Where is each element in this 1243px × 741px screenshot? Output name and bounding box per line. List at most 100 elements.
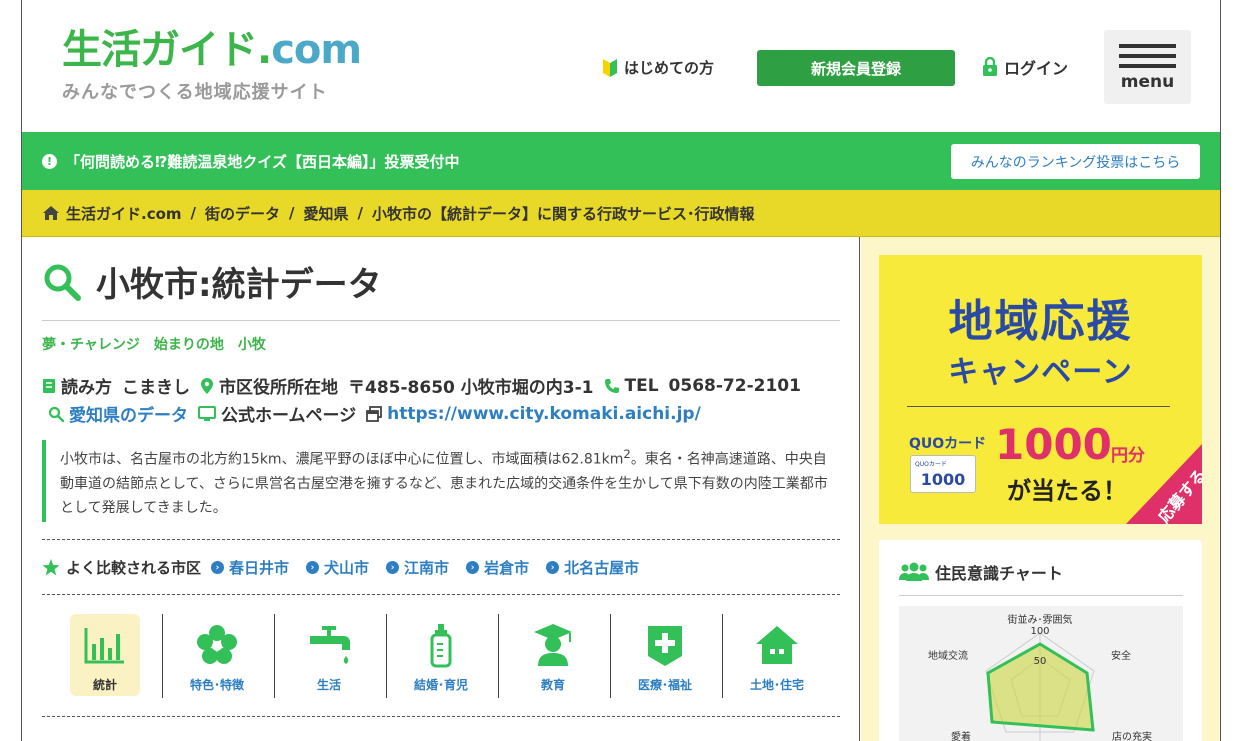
divider: [42, 594, 840, 595]
window-icon: [366, 405, 383, 422]
site-header: 生活ガイド.com みんなでつくる地域応援サイト はじめての方 新規会員登録 ロ…: [22, 0, 1220, 132]
quo-card-label: QUOカード: [915, 461, 947, 468]
category-tab-land-housing[interactable]: 土地･住宅: [732, 614, 844, 698]
radar-axis-shops: 店の充実: [1112, 730, 1152, 741]
first-time-link[interactable]: はじめての方: [602, 56, 714, 78]
login-link[interactable]: ログイン: [982, 55, 1068, 79]
category-tab-living[interactable]: 生活: [284, 614, 396, 698]
category-tab-statistics[interactable]: 統計: [60, 614, 172, 698]
first-time-label: はじめての方: [624, 58, 715, 77]
tel-label: TEL: [624, 375, 659, 396]
search-small-icon: [48, 406, 64, 422]
radar-axis-community: 地域交流: [928, 649, 968, 662]
logo-dot: .: [257, 27, 272, 73]
logo-main-text: 生活ガイド: [62, 27, 258, 73]
category-nav: 統計 特色･特徴 生活 結婚･育児 教育 医療･福祉 土地･住宅: [60, 614, 844, 698]
compare-city-label: 江南市: [404, 559, 450, 577]
banner-win-text: が当たる！: [1007, 477, 1127, 505]
title-divider: [42, 320, 840, 321]
divider: [42, 716, 840, 717]
medical-cross-icon: [648, 626, 682, 666]
campaign-banner[interactable]: 地域応援 キャンペーン QUOカード QUOカード 1000 1000 円分 が…: [879, 255, 1202, 524]
banner-title: 地域応援: [948, 296, 1133, 347]
faucet-icon: [310, 626, 350, 664]
category-label: 結婚･育児: [413, 678, 468, 692]
notice-bar: ! 「何問読める⁉難読温泉地クイズ【西日本編】」投票受付中 みんなのランキング投…: [22, 132, 1220, 190]
description-text: 小牧市は、名古屋市の北方約15km、濃尾平野のほぼ中心に位置し、市域面積は62.…: [60, 451, 624, 468]
radar-axis-safety: 安全: [1111, 649, 1131, 662]
chevron-right-icon: ›: [386, 561, 400, 574]
notice-text: 「何問読める⁉難読温泉地クイズ【西日本編】」投票受付中: [65, 153, 460, 171]
category-tab-marriage-childcare[interactable]: 結婚･育児: [396, 614, 508, 698]
homepage-url-link[interactable]: https://www.city.komaki.aichi.jp/: [387, 404, 701, 424]
city-info-row: 読み方 こまきし 市区役所所在地 〒485-8650 小牧市堀の内3-1 TEL…: [42, 373, 801, 398]
chevron-right-icon: ›: [466, 561, 480, 574]
beginner-mark-icon: [603, 59, 617, 77]
compare-city-label: 北名古屋市: [564, 559, 640, 577]
login-label: ログイン: [1004, 59, 1069, 78]
notice-link[interactable]: ! 「何問読める⁉難読温泉地クイズ【西日本編】」投票受付中: [42, 151, 459, 172]
menu-label: menu: [1120, 72, 1175, 92]
banner-quo-label: QUOカード: [909, 436, 987, 452]
compare-city-label: 岩倉市: [484, 559, 530, 577]
lock-icon: [983, 57, 997, 76]
prefecture-data-link[interactable]: 愛知県のデータ: [69, 401, 188, 426]
category-tab-features[interactable]: 特色･特徴: [172, 614, 284, 698]
book-icon: [43, 378, 55, 393]
category-label: 特色･特徴: [189, 678, 244, 692]
page-frame: 生活ガイド.com みんなでつくる地域応援サイト はじめての方 新規会員登録 ロ…: [21, 0, 1221, 741]
hamburger-icon: [1119, 44, 1176, 48]
compare-link-iwakura[interactable]: › 岩倉市: [466, 557, 529, 578]
chevron-right-icon: ›: [546, 561, 560, 574]
ranking-vote-button[interactable]: みんなのランキング投票はこちら: [951, 144, 1200, 179]
site-logo[interactable]: 生活ガイド.com みんなでつくる地域応援サイト: [62, 26, 362, 104]
baby-bottle-icon: [430, 624, 452, 668]
quo-card-image: QUOカード 1000: [910, 455, 976, 493]
logo-wordmark: 生活ガイド.com: [62, 26, 362, 74]
chevron-right-icon: ›: [306, 561, 320, 574]
quo-card-value: 1000: [920, 470, 966, 489]
compare-link-konan[interactable]: › 江南市: [386, 557, 449, 578]
hamburger-line: [1119, 54, 1176, 58]
main-content: 小牧市:統計データ 夢・チャレンジ 始まりの地 小牧 読み方 こまきし 市区役所…: [22, 237, 860, 741]
breadcrumb-home[interactable]: 生活ガイド.com: [66, 203, 182, 224]
register-button[interactable]: 新規会員登録: [757, 50, 955, 86]
divider: [42, 539, 840, 540]
compared-heading: よく比較される市区: [66, 559, 202, 577]
reading-label: 読み方: [61, 378, 112, 398]
compare-link-kitanagoya[interactable]: › 北名古屋市: [546, 557, 639, 578]
sidebar: 地域応援 キャンペーン QUOカード QUOカード 1000 1000 円分 が…: [861, 237, 1220, 741]
breadcrumb-separator: /: [190, 204, 197, 222]
menu-button[interactable]: menu: [1104, 30, 1191, 104]
compare-link-kasugai[interactable]: › 春日井市: [211, 557, 289, 578]
hamburger-line: [1119, 64, 1176, 68]
house-icon: [756, 626, 798, 664]
bar-chart-icon: [84, 628, 124, 664]
homepage-label: 公式ホームページ: [221, 406, 357, 426]
phone-icon: [604, 378, 619, 393]
breadcrumb-current: 小牧市の【統計データ】に関する行政サービス･行政情報: [372, 204, 755, 223]
page-title-row: 小牧市:統計データ: [42, 257, 382, 306]
category-label: 教育: [540, 678, 565, 692]
logo-tagline: みんなでつくる地域応援サイト: [62, 82, 328, 103]
category-tab-medical-welfare[interactable]: 医療･福祉: [620, 614, 732, 698]
compare-city-label: 犬山市: [324, 559, 370, 577]
map-pin-icon: [201, 377, 213, 394]
breadcrumb-separator: /: [289, 204, 295, 222]
compare-link-inuyama[interactable]: › 犬山市: [306, 557, 369, 578]
home-icon: [43, 206, 59, 220]
category-tab-education[interactable]: 教育: [508, 614, 620, 698]
breadcrumb-prefecture[interactable]: 愛知県: [304, 203, 349, 224]
breadcrumb: 生活ガイド.com / 街のデータ / 愛知県 / 小牧市の【統計データ】に関す…: [22, 190, 1220, 237]
resident-chart-heading: 住民意識チャート: [899, 560, 1063, 584]
breadcrumb-city-data[interactable]: 街のデータ: [205, 203, 280, 224]
radar-axis-attachment: 愛着: [951, 730, 971, 741]
category-label: 土地･住宅: [749, 678, 804, 692]
radar-tick-50: 50: [1034, 656, 1047, 667]
compared-cities: よく比較される市区 › 春日井市 › 犬山市 › 江南市 › 岩倉市 › 北名古屋市: [42, 557, 656, 578]
category-label: 統計: [92, 678, 117, 692]
radar-axis-townscape: 街並み･雰囲気: [1008, 613, 1073, 626]
city-links-row: 愛知県のデータ 公式ホームページ https://www.city.komaki…: [48, 401, 701, 426]
city-description: 小牧市は、名古屋市の北方約15km、濃尾平野のほぼ中心に位置し、市域面積は62.…: [42, 440, 840, 522]
resident-chart-panel: 住民意識チャート 50 100 街並み･雰囲気 安全 店の充実 愛着 地域交流: [879, 540, 1202, 741]
